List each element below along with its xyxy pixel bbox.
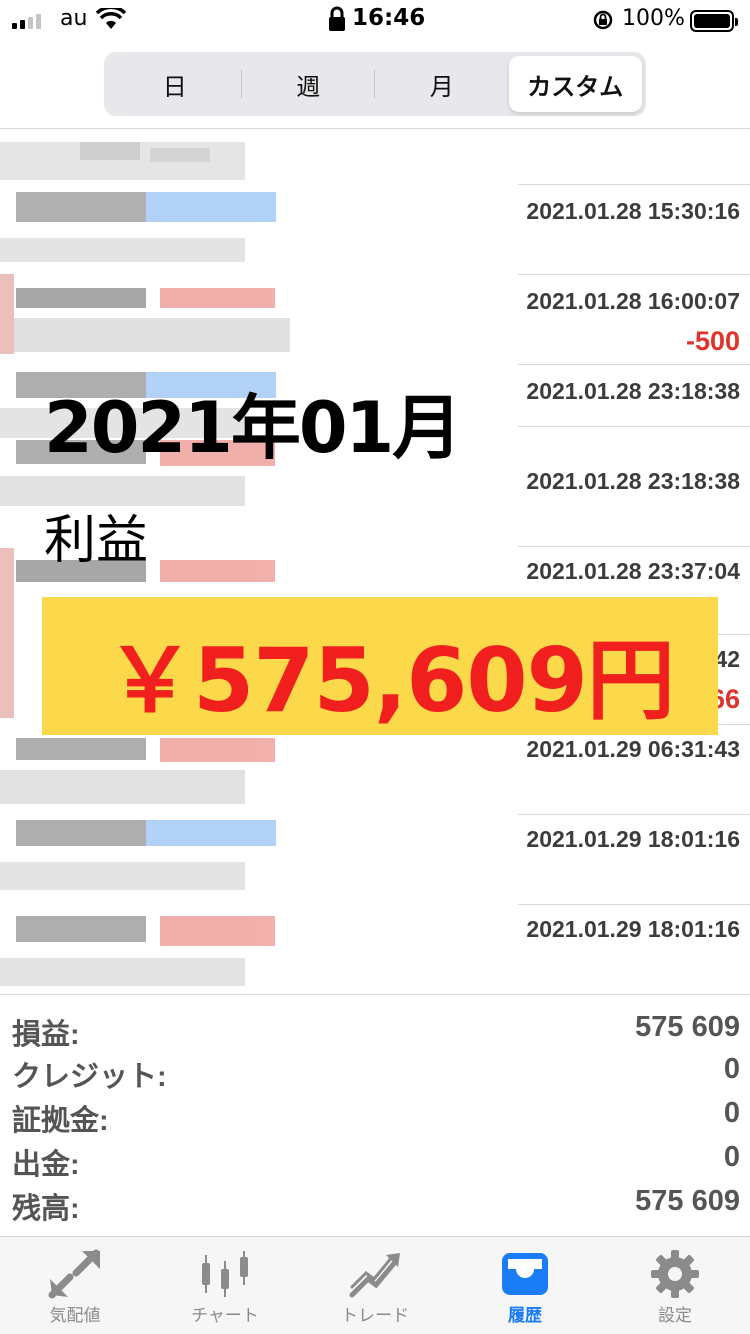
tab-label: 気配値 [49, 1306, 101, 1326]
tab-label: チャート [191, 1306, 259, 1326]
row-close-time: 2021.01.28 16:00:07 [526, 288, 740, 314]
summary-row-withdrawal: 出金: 0 [12, 1141, 740, 1185]
summary-row-profit: 損益: 575 609 [12, 1011, 740, 1055]
row-close-time: 2021.01.29 18:01:16 [526, 826, 740, 852]
quotes-arrows-icon [48, 1249, 100, 1299]
tab-quotes[interactable]: 気配値 [0, 1237, 150, 1334]
tab-settings[interactable]: 設定 [600, 1237, 750, 1334]
summary-label: 証拠金: [12, 1105, 109, 1137]
row-close-time: 2021.01.29 06:31:43 [526, 736, 740, 762]
summary-value: 0 [723, 1141, 740, 1173]
clock-time: 16:46 [352, 5, 426, 31]
status-bar: au 16:46 100% [0, 0, 750, 40]
lock-icon [329, 6, 345, 31]
row-close-time: 2021.01.28 23:37:04 [526, 558, 740, 584]
summary-label: 損益: [12, 1019, 80, 1051]
row-close-time: 42 [714, 646, 740, 672]
settings-gear-icon [651, 1250, 699, 1298]
battery-percent: 100% [622, 6, 685, 31]
overlay-month-title: 2021年01月 [44, 387, 462, 469]
summary-label: 出金: [12, 1149, 80, 1181]
summary-value: 0 [723, 1053, 740, 1085]
history-tray-icon [502, 1253, 548, 1295]
summary-row-credit: クレジット: 0 [12, 1053, 740, 1097]
row-close-time: 2021.01.29 18:01:16 [526, 916, 740, 942]
battery-icon [690, 10, 738, 32]
tab-trade[interactable]: トレード [300, 1237, 450, 1334]
row-close-time: 2021.01.28 15:30:16 [526, 198, 740, 224]
tab-label: トレード [341, 1306, 409, 1326]
tab-chart[interactable]: チャート [150, 1237, 300, 1334]
wifi-icon [96, 8, 126, 29]
trade-trend-icon [349, 1253, 400, 1298]
overlay-profit-label: 利益 [44, 511, 149, 571]
summary-label: クレジット: [12, 1061, 167, 1093]
summary-value: 0 [723, 1097, 740, 1129]
account-summary: 損益: 575 609 クレジット: 0 証拠金: 0 出金: 0 残高: 57… [0, 994, 750, 1234]
summary-value: 575 609 [635, 1185, 740, 1217]
summary-value: 575 609 [635, 1011, 740, 1043]
segment-custom[interactable]: カスタム [508, 56, 642, 112]
overlay-profit-amount: ￥575,609円 [106, 629, 675, 732]
summary-row-margin: 証拠金: 0 [12, 1097, 740, 1141]
tab-label: 設定 [658, 1306, 692, 1326]
tab-label: 履歴 [508, 1306, 542, 1326]
rotation-lock-icon [593, 10, 613, 30]
segment-week[interactable]: 週 [242, 56, 376, 112]
carrier-name: au [60, 6, 88, 31]
row-close-time: 2021.01.28 23:18:38 [526, 468, 740, 494]
period-segmented-control: 日 週 月 カスタム [104, 52, 646, 116]
row-close-time: 2021.01.28 23:18:38 [526, 378, 740, 404]
cellular-signal-icon [12, 14, 41, 29]
row-profit: -500 [685, 326, 740, 356]
summary-label: 残高: [12, 1193, 80, 1225]
tab-history[interactable]: 履歴 [450, 1237, 600, 1334]
summary-row-balance: 残高: 575 609 [12, 1185, 740, 1229]
segment-day[interactable]: 日 [108, 56, 242, 112]
bottom-tab-bar: 気配値 チャート トレード 履歴 設定 [0, 1236, 750, 1334]
candlestick-chart-icon [202, 1251, 248, 1297]
segment-month[interactable]: 月 [375, 56, 509, 112]
